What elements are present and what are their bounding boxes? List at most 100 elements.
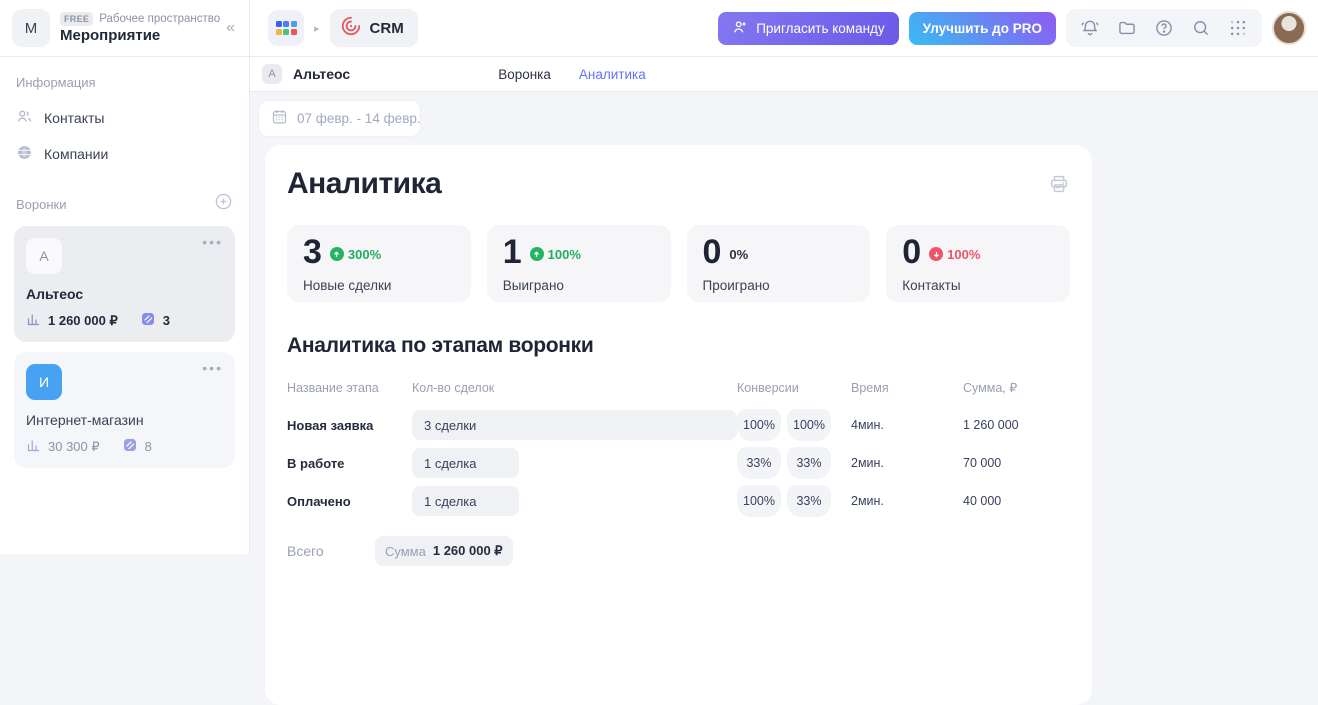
chart-icon	[26, 312, 41, 330]
conversion-badge: 100%	[787, 409, 831, 441]
conversion-badge: 33%	[787, 447, 831, 479]
print-icon[interactable]	[1048, 173, 1070, 195]
funnel-avatar: И	[26, 364, 62, 400]
funnel-subbar: А Альтеос Воронка Аналитика	[250, 57, 1318, 92]
table-row: Новая заявка 3 сделки 100% 100% 4мин. 1 …	[287, 408, 1070, 442]
utility-icon-bar	[1066, 9, 1262, 47]
funnel-badge: А	[262, 64, 282, 84]
chevron-right-icon: ▸	[314, 22, 320, 35]
apps-grid-icon	[276, 21, 297, 35]
deals-icon	[140, 311, 156, 330]
stage-time: 4мин.	[851, 418, 963, 432]
sidebar-item-contacts[interactable]: Контакты	[14, 102, 235, 134]
stages-table: Название этапа Кол-во сделок Конверсии В…	[287, 380, 1070, 566]
topbar: ▸ CRM Пригласить команду Улучшить до PRO	[250, 0, 1318, 57]
date-range-value: 07 февр. - 14 февр.	[297, 111, 421, 126]
help-icon[interactable]	[1154, 18, 1174, 38]
deal-count-bar[interactable]: 1 сделка	[412, 448, 519, 478]
bell-icon[interactable]	[1080, 18, 1100, 38]
funnel-name: Интернет-магазин	[26, 412, 223, 428]
folder-icon[interactable]	[1117, 18, 1137, 38]
crm-app-pill[interactable]: CRM	[330, 9, 418, 47]
stat-value: 0	[703, 235, 721, 269]
funnel-name: Альтеос	[26, 286, 223, 302]
stat-label: Новые сделки	[303, 278, 455, 293]
sidebar-item-companies[interactable]: Компании	[14, 138, 235, 170]
col-header-sum: Сумма, ₽	[963, 380, 1070, 395]
date-range-picker[interactable]: 07 февр. - 14 февр.	[258, 100, 421, 137]
funnel-amount: 30 300 ₽	[48, 439, 100, 455]
funnel-card-alteos[interactable]: А ••• Альтеос 1 260 000 ₽ 3	[14, 226, 235, 342]
funnel-menu-icon[interactable]: •••	[202, 360, 223, 376]
col-header-conversions: Конверсии	[737, 381, 799, 395]
deal-count-label: 1 сделка	[424, 456, 477, 471]
stage-sum: 40 000	[963, 494, 1070, 508]
conversion-badge: 100%	[737, 409, 781, 441]
stat-change: 100%	[947, 247, 980, 262]
stat-value: 3	[303, 235, 321, 269]
stage-name: Оплачено	[287, 494, 412, 509]
stat-value: 1	[503, 235, 521, 269]
deal-count-bar[interactable]: 3 сделки	[412, 410, 737, 440]
deals-icon	[122, 437, 138, 456]
funnel-deal-count: 8	[145, 439, 152, 454]
total-label: Всего	[287, 543, 375, 559]
crm-logo-icon	[340, 15, 362, 42]
conversion-badge: 33%	[787, 485, 831, 517]
col-header-time: Время	[851, 381, 963, 395]
plan-badge: FREE	[60, 12, 93, 26]
search-icon[interactable]	[1191, 18, 1211, 38]
globe-icon	[16, 144, 33, 164]
stat-contacts: 0 100% Контакты	[886, 225, 1070, 302]
funnel-menu-icon[interactable]: •••	[202, 234, 223, 250]
funnel-deal-count: 3	[163, 313, 170, 328]
table-header-row: Название этапа Кол-во сделок Конверсии В…	[287, 380, 1070, 395]
arrow-down-icon	[929, 247, 943, 261]
calendar-icon	[271, 108, 288, 130]
tab-analytics[interactable]: Аналитика	[579, 67, 646, 82]
stat-label: Проиграно	[703, 278, 855, 293]
table-row: В работе 1 сделка 33% 33% 2мин. 70 000	[287, 446, 1070, 480]
funnel-amount: 1 260 000 ₽	[48, 313, 118, 329]
crm-app-name: CRM	[370, 20, 404, 37]
total-sum-label: Сумма	[385, 544, 426, 559]
workspace-name: Мероприятие	[60, 27, 216, 44]
sidebar-item-label: Компании	[44, 146, 108, 162]
stat-label: Контакты	[902, 278, 1054, 293]
stat-won: 1 100% Выиграно	[487, 225, 671, 302]
funnel-title: Альтеос	[293, 66, 350, 82]
stat-lost: 0 0% Проиграно	[687, 225, 871, 302]
upgrade-pro-button[interactable]: Улучшить до PRO	[909, 12, 1056, 45]
info-section-label: Информация	[16, 75, 235, 90]
deal-count-bar[interactable]: 1 сделка	[412, 486, 519, 516]
stage-name: В работе	[287, 456, 412, 471]
stage-time: 2мин.	[851, 456, 963, 470]
total-sum-badge: Сумма 1 260 000 ₽	[375, 536, 513, 566]
user-avatar[interactable]	[1272, 11, 1306, 45]
conversion-badge: 100%	[737, 485, 781, 517]
apps-launcher-button[interactable]	[268, 10, 304, 46]
invite-team-label: Пригласить команду	[756, 21, 884, 36]
workspace-avatar: M	[12, 9, 50, 47]
people-icon	[16, 108, 33, 128]
add-funnel-icon[interactable]	[214, 192, 233, 216]
funnels-section-label: Воронки	[16, 197, 67, 212]
tab-funnel[interactable]: Воронка	[498, 67, 551, 82]
deal-count-label: 3 сделки	[424, 418, 476, 433]
sidebar: M FREE Рабочее пространство Мероприятие …	[0, 0, 250, 554]
stages-section-title: Аналитика по этапам воронки	[287, 334, 1070, 358]
deal-count-label: 1 сделка	[424, 494, 477, 509]
stat-change: 300%	[348, 247, 381, 262]
apps-dots-icon[interactable]	[1228, 18, 1248, 38]
funnel-card-internet-magazin[interactable]: И ••• Интернет-магазин 30 300 ₽ 8	[14, 352, 235, 468]
stat-new-deals: 3 300% Новые сделки	[287, 225, 471, 302]
workspace-header[interactable]: M FREE Рабочее пространство Мероприятие …	[0, 0, 249, 57]
workspace-type-label: Рабочее пространство	[99, 13, 220, 25]
stage-sum: 1 260 000	[963, 418, 1070, 432]
conversion-badge: 33%	[737, 447, 781, 479]
collapse-sidebar-icon[interactable]: «	[226, 19, 235, 37]
stat-change: 0%	[729, 247, 748, 262]
invite-team-button[interactable]: Пригласить команду	[718, 12, 898, 45]
table-total-row: Всего Сумма 1 260 000 ₽	[287, 536, 1070, 566]
chart-icon	[26, 438, 41, 456]
